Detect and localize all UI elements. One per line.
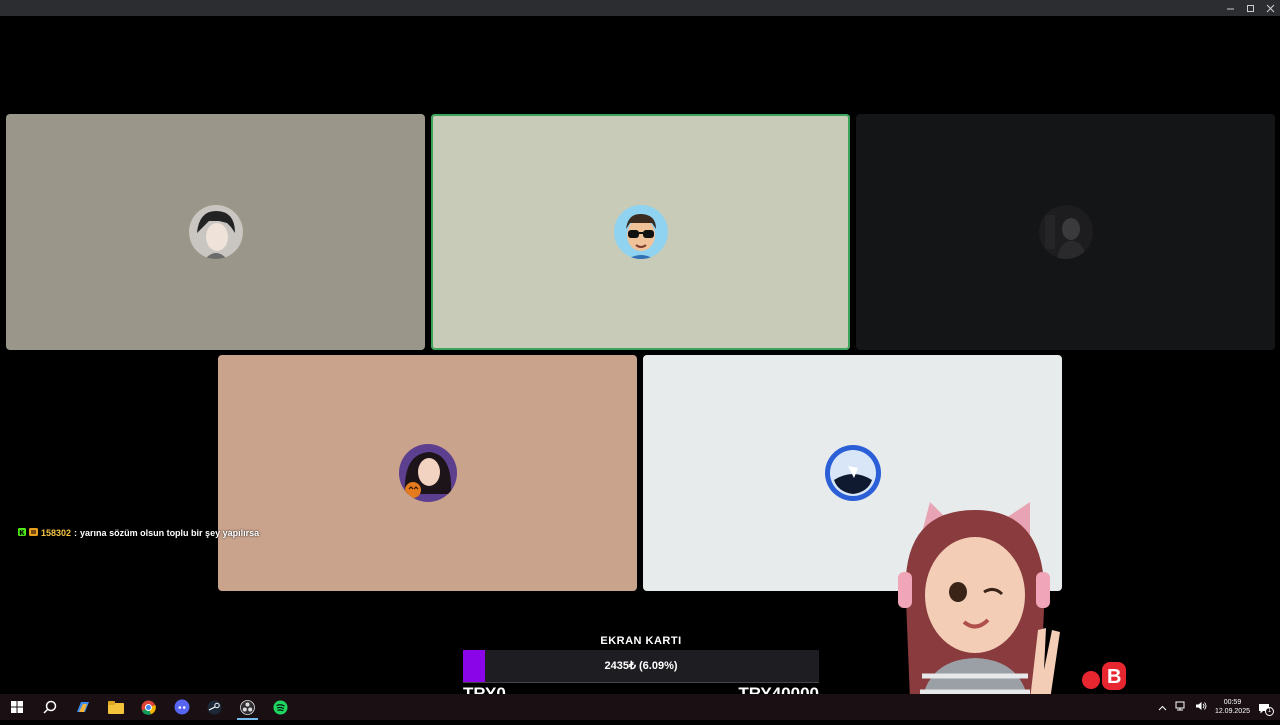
notification-count: 1 (1265, 707, 1274, 716)
goal-value: 2435₺ (6.09%) (604, 660, 678, 672)
chrome-icon[interactable] (132, 694, 165, 720)
brand-logo: B (1080, 658, 1128, 697)
participant-avatar (188, 205, 243, 259)
minimize-icon[interactable] (1224, 2, 1236, 14)
network-icon[interactable] (1175, 698, 1187, 716)
obs-icon[interactable] (231, 694, 264, 720)
taskbar: 00:59 12.09.2025 1 (0, 694, 1280, 720)
svg-text:K: K (20, 530, 25, 536)
discord-icon[interactable] (165, 694, 198, 720)
steam-icon[interactable] (198, 694, 231, 720)
chevron-up-icon[interactable] (1158, 698, 1167, 716)
chat-text: yarına sözüm olsun toplu bir şey yapılır… (80, 528, 260, 538)
clock-time: 00:59 (1223, 699, 1242, 706)
chat-separator: : (74, 528, 78, 538)
participant-tile-3[interactable] (856, 114, 1275, 350)
copilot-icon[interactable] (66, 694, 99, 720)
chat-platform-icon: K (18, 528, 26, 538)
spotify-icon[interactable] (264, 694, 297, 720)
svg-text:B: B (1107, 666, 1121, 688)
participant-tile-1[interactable] (6, 114, 425, 350)
chat-message: K 158302 : yarına sözüm olsun toplu bir … (18, 528, 259, 538)
goal-title: EKRAN KARTI (600, 635, 682, 647)
search-icon[interactable] (33, 694, 66, 720)
maximize-icon[interactable] (1244, 2, 1256, 14)
window-titlebar (0, 0, 1280, 16)
vtuber-character-image (880, 500, 1070, 720)
system-tray: 00:59 12.09.2025 1 (1158, 694, 1280, 720)
participant-avatar (613, 205, 668, 259)
participant-avatar (398, 444, 457, 502)
clock[interactable]: 00:59 12.09.2025 (1215, 698, 1250, 716)
clock-date: 12.09.2025 (1214, 708, 1250, 715)
goal-progress-bar: 2435₺ (6.09%) (463, 650, 819, 683)
close-icon[interactable] (1264, 2, 1276, 14)
file-explorer-icon[interactable] (99, 694, 132, 720)
chat-username: 158302 (41, 528, 72, 538)
participant-tile-2[interactable] (431, 114, 850, 350)
volume-icon[interactable] (1195, 698, 1207, 716)
window-controls (1224, 0, 1276, 16)
windows-start-icon[interactable] (0, 694, 33, 720)
participant-avatar (1038, 205, 1093, 259)
participant-avatar (824, 444, 882, 502)
notification-icon[interactable]: 1 (1258, 701, 1274, 716)
participant-tile-4[interactable] (218, 355, 637, 591)
chat-badge-icon (29, 528, 38, 538)
